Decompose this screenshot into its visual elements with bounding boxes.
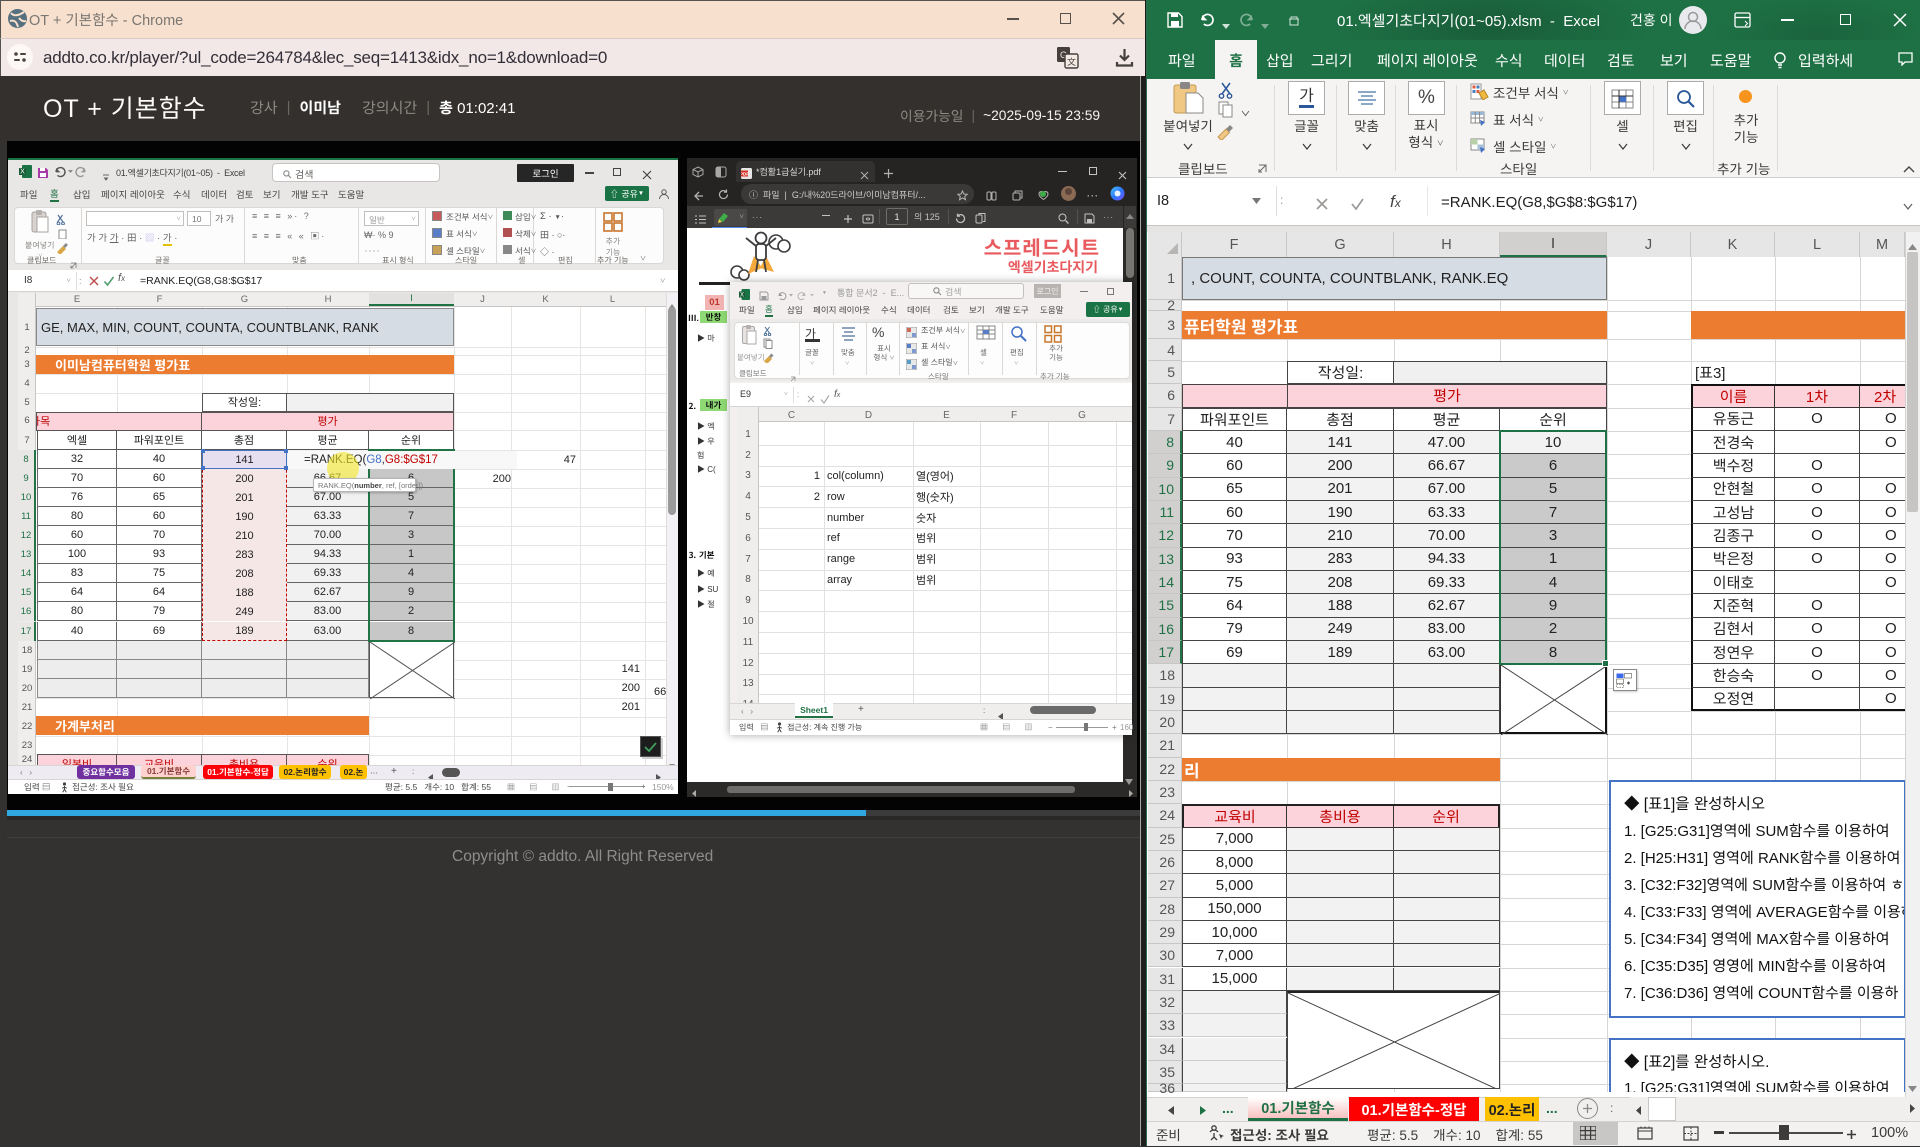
svg-text:PDF: PDF [741,172,749,177]
svg-text:X: X [740,292,744,298]
svg-text:文: 文 [1067,55,1076,68]
svg-text:X: X [20,169,25,176]
